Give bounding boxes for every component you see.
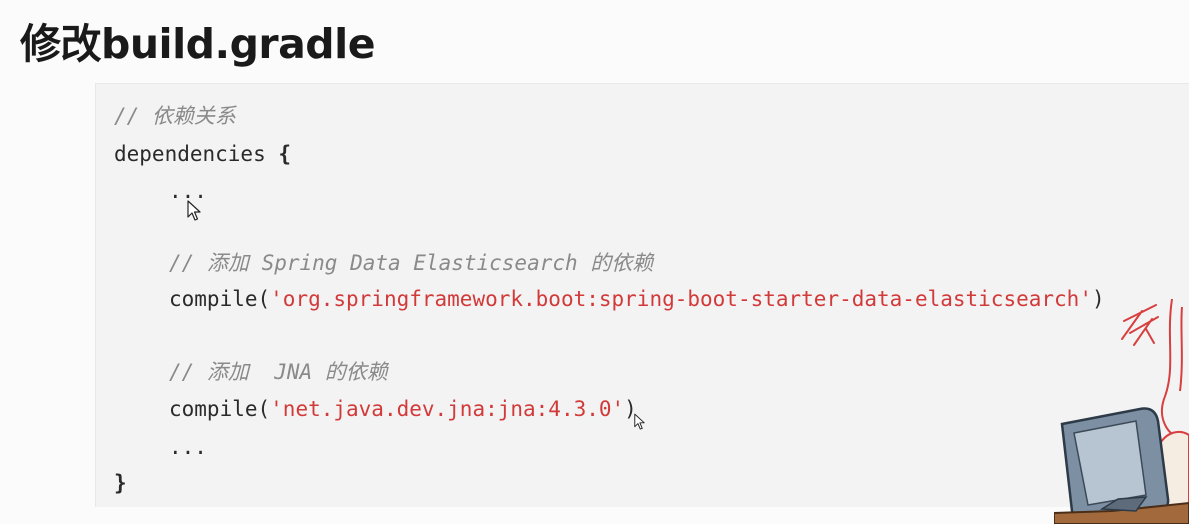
code-line-jna-compile: compile('net.java.dev.jna:jna:4.3.0') <box>169 394 637 424</box>
code-line-dependencies: dependencies { <box>114 139 291 169</box>
code-comment-spring: // 添加 Spring Data Elasticsearch 的依赖 <box>169 251 654 275</box>
compile-fn: compile( <box>169 397 271 421</box>
spring-artifact-string: 'org.springframework.boot:spring-boot-st… <box>270 287 1092 311</box>
code-comment-jna: // 添加 JNA 的依赖 <box>169 360 388 384</box>
open-brace: { <box>278 142 292 166</box>
mouse-pointer-icon <box>634 413 645 430</box>
jna-artifact-string: 'net.java.dev.jna:jna:4.3.0' <box>270 397 625 421</box>
page-title: 修改build.gradle <box>20 20 376 68</box>
compile-fn: compile( <box>169 287 271 311</box>
code-ellipsis-bottom: ... <box>169 435 207 459</box>
code-block: // 依赖关系 dependencies { ... // 添加 Spring … <box>95 83 1189 507</box>
mouse-pointer-icon <box>187 200 201 221</box>
close-brace: } <box>114 471 127 495</box>
code-comment-dependencies: // 依赖关系 <box>114 104 236 128</box>
code-line-spring-compile: compile('org.springframework.boot:spring… <box>169 284 1105 314</box>
dependencies-keyword: dependencies <box>114 142 266 166</box>
cartoon-computer-illustration <box>1054 299 1189 524</box>
